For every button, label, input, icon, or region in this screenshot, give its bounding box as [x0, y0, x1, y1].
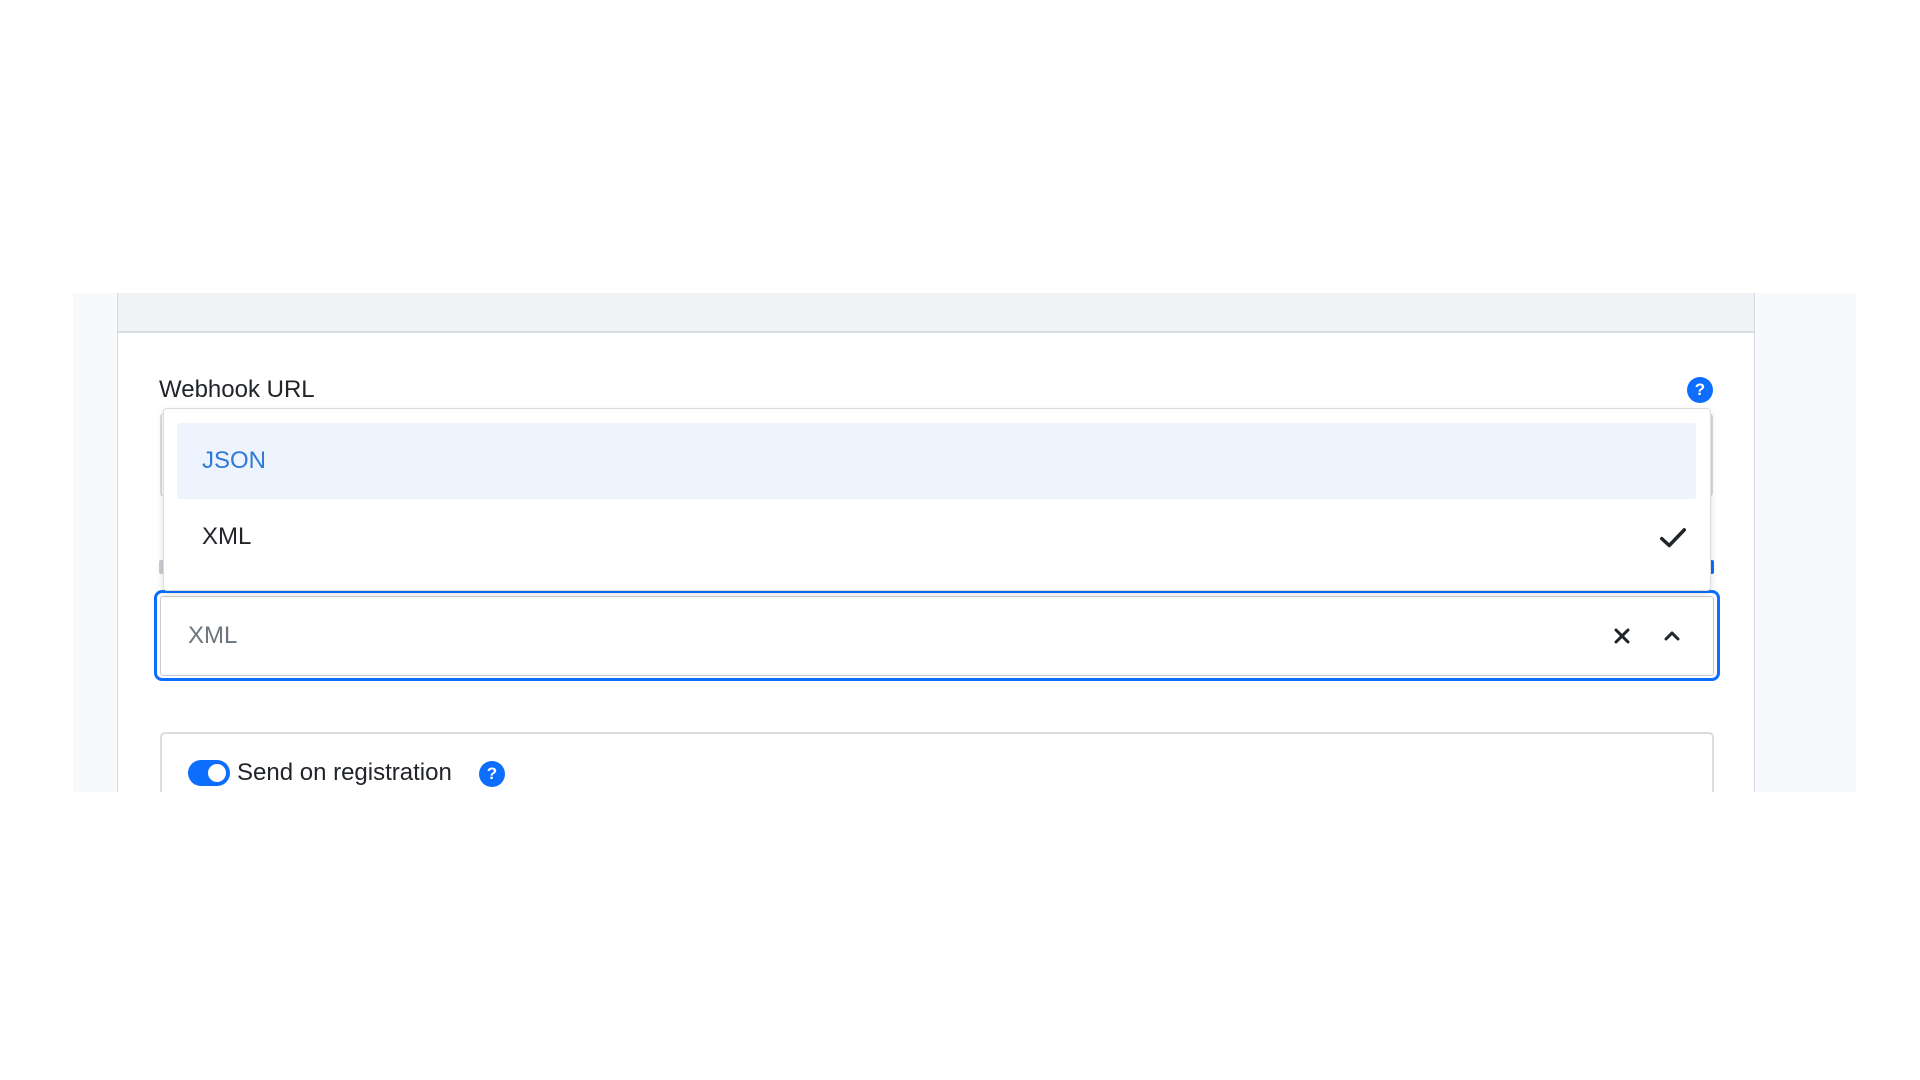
- toggle-knob: [208, 764, 226, 782]
- send-on-registration-label: Send on registration: [237, 759, 452, 786]
- dropdown-option-xml[interactable]: XML: [177, 499, 1696, 575]
- page-bottom-area: [0, 792, 1920, 1080]
- question-circle-icon[interactable]: ?: [1687, 377, 1713, 403]
- dropdown-option-label: JSON: [202, 447, 267, 474]
- close-icon[interactable]: [1611, 625, 1633, 647]
- format-dropdown-menu: JSON XML: [163, 408, 1711, 591]
- card-header: [118, 293, 1754, 333]
- send-on-registration-toggle[interactable]: [188, 760, 230, 786]
- webhook-url-label: Webhook URL: [159, 376, 315, 403]
- dropdown-option-label: XML: [202, 523, 252, 550]
- question-circle-icon[interactable]: ?: [479, 761, 505, 787]
- chevron-up-icon[interactable]: [1661, 625, 1683, 647]
- format-select-value: XML: [188, 622, 238, 649]
- format-select[interactable]: XML: [160, 596, 1714, 676]
- dropdown-option-json[interactable]: JSON: [177, 423, 1696, 499]
- check-icon: [1660, 528, 1686, 548]
